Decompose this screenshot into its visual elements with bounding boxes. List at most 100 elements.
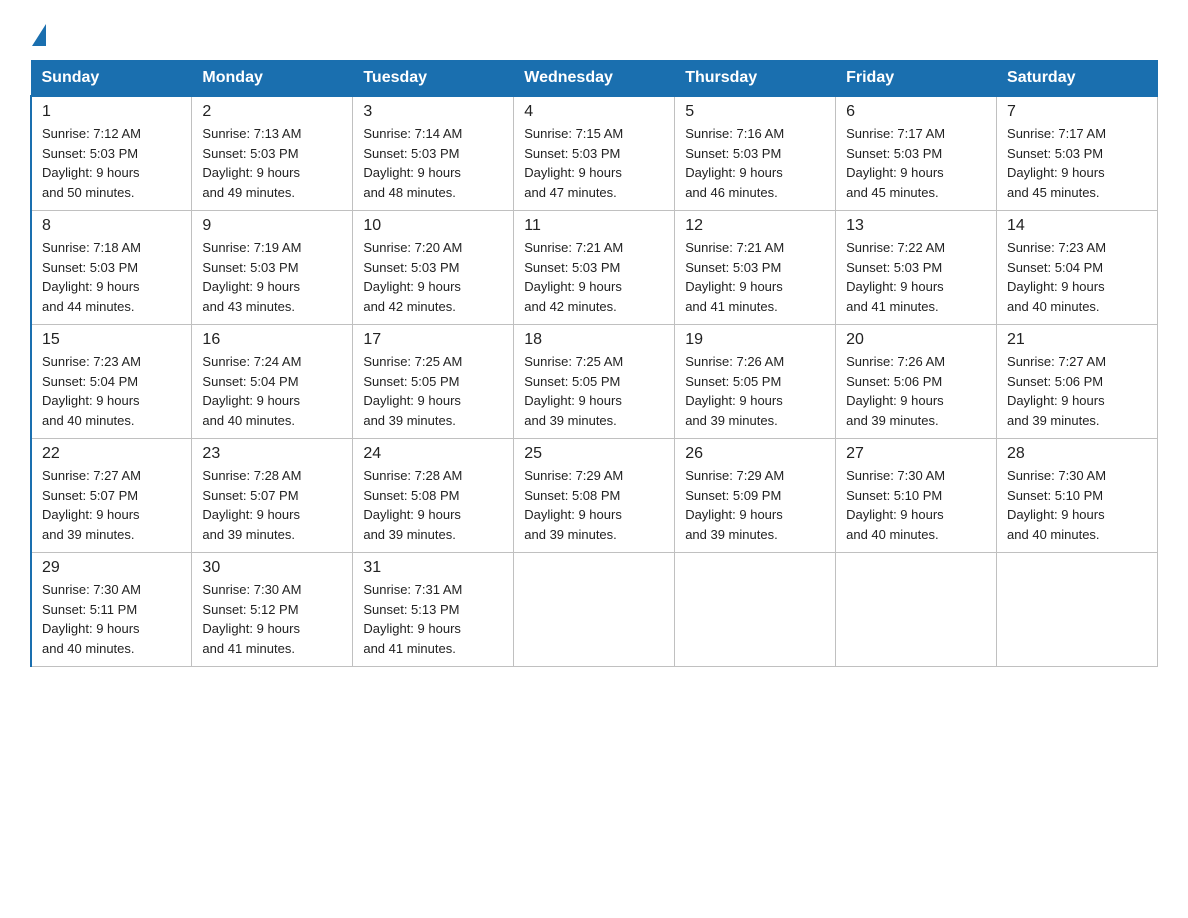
day-info: Sunrise: 7:25 AMSunset: 5:05 PMDaylight:… [363,354,462,428]
day-number: 6 [846,103,986,121]
table-row: 6 Sunrise: 7:17 AMSunset: 5:03 PMDayligh… [836,96,997,211]
table-row: 30 Sunrise: 7:30 AMSunset: 5:12 PMDaylig… [192,553,353,667]
day-number: 26 [685,445,825,463]
day-info: Sunrise: 7:30 AMSunset: 5:10 PMDaylight:… [846,468,945,542]
table-row: 26 Sunrise: 7:29 AMSunset: 5:09 PMDaylig… [675,439,836,553]
table-row: 21 Sunrise: 7:27 AMSunset: 5:06 PMDaylig… [997,325,1158,439]
table-row: 2 Sunrise: 7:13 AMSunset: 5:03 PMDayligh… [192,96,353,211]
table-row: 7 Sunrise: 7:17 AMSunset: 5:03 PMDayligh… [997,96,1158,211]
day-number: 15 [42,331,181,349]
table-row [675,553,836,667]
day-info: Sunrise: 7:27 AMSunset: 5:07 PMDaylight:… [42,468,141,542]
table-row: 15 Sunrise: 7:23 AMSunset: 5:04 PMDaylig… [31,325,192,439]
day-info: Sunrise: 7:15 AMSunset: 5:03 PMDaylight:… [524,126,623,200]
table-row: 16 Sunrise: 7:24 AMSunset: 5:04 PMDaylig… [192,325,353,439]
table-row: 23 Sunrise: 7:28 AMSunset: 5:07 PMDaylig… [192,439,353,553]
day-info: Sunrise: 7:24 AMSunset: 5:04 PMDaylight:… [202,354,301,428]
day-info: Sunrise: 7:27 AMSunset: 5:06 PMDaylight:… [1007,354,1106,428]
day-number: 30 [202,559,342,577]
day-number: 7 [1007,103,1147,121]
table-row: 13 Sunrise: 7:22 AMSunset: 5:03 PMDaylig… [836,211,997,325]
table-row: 8 Sunrise: 7:18 AMSunset: 5:03 PMDayligh… [31,211,192,325]
table-row: 3 Sunrise: 7:14 AMSunset: 5:03 PMDayligh… [353,96,514,211]
day-number: 3 [363,103,503,121]
day-number: 11 [524,217,664,235]
table-row: 5 Sunrise: 7:16 AMSunset: 5:03 PMDayligh… [675,96,836,211]
header-cell-sunday: Sunday [31,61,192,97]
day-info: Sunrise: 7:30 AMSunset: 5:12 PMDaylight:… [202,582,301,656]
day-info: Sunrise: 7:30 AMSunset: 5:11 PMDaylight:… [42,582,141,656]
day-number: 4 [524,103,664,121]
day-number: 24 [363,445,503,463]
header-row: SundayMondayTuesdayWednesdayThursdayFrid… [31,61,1158,97]
table-row: 19 Sunrise: 7:26 AMSunset: 5:05 PMDaylig… [675,325,836,439]
day-info: Sunrise: 7:31 AMSunset: 5:13 PMDaylight:… [363,582,462,656]
table-row: 22 Sunrise: 7:27 AMSunset: 5:07 PMDaylig… [31,439,192,553]
week-row-1: 1 Sunrise: 7:12 AMSunset: 5:03 PMDayligh… [31,96,1158,211]
table-row: 10 Sunrise: 7:20 AMSunset: 5:03 PMDaylig… [353,211,514,325]
table-row: 14 Sunrise: 7:23 AMSunset: 5:04 PMDaylig… [997,211,1158,325]
table-row: 31 Sunrise: 7:31 AMSunset: 5:13 PMDaylig… [353,553,514,667]
day-info: Sunrise: 7:16 AMSunset: 5:03 PMDaylight:… [685,126,784,200]
day-info: Sunrise: 7:17 AMSunset: 5:03 PMDaylight:… [846,126,945,200]
calendar-table: SundayMondayTuesdayWednesdayThursdayFrid… [30,60,1158,667]
week-row-5: 29 Sunrise: 7:30 AMSunset: 5:11 PMDaylig… [31,553,1158,667]
day-number: 19 [685,331,825,349]
table-row: 4 Sunrise: 7:15 AMSunset: 5:03 PMDayligh… [514,96,675,211]
day-info: Sunrise: 7:29 AMSunset: 5:08 PMDaylight:… [524,468,623,542]
day-number: 23 [202,445,342,463]
day-number: 1 [42,103,181,121]
day-number: 13 [846,217,986,235]
day-info: Sunrise: 7:17 AMSunset: 5:03 PMDaylight:… [1007,126,1106,200]
day-info: Sunrise: 7:21 AMSunset: 5:03 PMDaylight:… [524,240,623,314]
day-info: Sunrise: 7:19 AMSunset: 5:03 PMDaylight:… [202,240,301,314]
day-info: Sunrise: 7:14 AMSunset: 5:03 PMDaylight:… [363,126,462,200]
day-number: 25 [524,445,664,463]
day-info: Sunrise: 7:28 AMSunset: 5:07 PMDaylight:… [202,468,301,542]
table-row: 11 Sunrise: 7:21 AMSunset: 5:03 PMDaylig… [514,211,675,325]
day-info: Sunrise: 7:26 AMSunset: 5:05 PMDaylight:… [685,354,784,428]
day-number: 12 [685,217,825,235]
day-number: 2 [202,103,342,121]
day-info: Sunrise: 7:23 AMSunset: 5:04 PMDaylight:… [42,354,141,428]
table-row [997,553,1158,667]
table-row: 24 Sunrise: 7:28 AMSunset: 5:08 PMDaylig… [353,439,514,553]
day-info: Sunrise: 7:22 AMSunset: 5:03 PMDaylight:… [846,240,945,314]
day-number: 31 [363,559,503,577]
day-info: Sunrise: 7:25 AMSunset: 5:05 PMDaylight:… [524,354,623,428]
day-number: 17 [363,331,503,349]
header-cell-friday: Friday [836,61,997,97]
table-row: 17 Sunrise: 7:25 AMSunset: 5:05 PMDaylig… [353,325,514,439]
table-row: 27 Sunrise: 7:30 AMSunset: 5:10 PMDaylig… [836,439,997,553]
header-cell-thursday: Thursday [675,61,836,97]
table-row: 20 Sunrise: 7:26 AMSunset: 5:06 PMDaylig… [836,325,997,439]
table-row: 9 Sunrise: 7:19 AMSunset: 5:03 PMDayligh… [192,211,353,325]
table-row: 1 Sunrise: 7:12 AMSunset: 5:03 PMDayligh… [31,96,192,211]
table-row [836,553,997,667]
week-row-3: 15 Sunrise: 7:23 AMSunset: 5:04 PMDaylig… [31,325,1158,439]
day-info: Sunrise: 7:12 AMSunset: 5:03 PMDaylight:… [42,126,141,200]
header-cell-tuesday: Tuesday [353,61,514,97]
day-info: Sunrise: 7:30 AMSunset: 5:10 PMDaylight:… [1007,468,1106,542]
day-number: 14 [1007,217,1147,235]
day-info: Sunrise: 7:23 AMSunset: 5:04 PMDaylight:… [1007,240,1106,314]
header-cell-wednesday: Wednesday [514,61,675,97]
day-info: Sunrise: 7:29 AMSunset: 5:09 PMDaylight:… [685,468,784,542]
table-row: 28 Sunrise: 7:30 AMSunset: 5:10 PMDaylig… [997,439,1158,553]
week-row-2: 8 Sunrise: 7:18 AMSunset: 5:03 PMDayligh… [31,211,1158,325]
table-row: 18 Sunrise: 7:25 AMSunset: 5:05 PMDaylig… [514,325,675,439]
day-number: 10 [363,217,503,235]
header [30,20,1158,42]
day-number: 5 [685,103,825,121]
day-number: 22 [42,445,181,463]
day-info: Sunrise: 7:21 AMSunset: 5:03 PMDaylight:… [685,240,784,314]
day-info: Sunrise: 7:28 AMSunset: 5:08 PMDaylight:… [363,468,462,542]
logo-triangle-icon [32,24,46,46]
day-info: Sunrise: 7:18 AMSunset: 5:03 PMDaylight:… [42,240,141,314]
table-row: 29 Sunrise: 7:30 AMSunset: 5:11 PMDaylig… [31,553,192,667]
day-number: 28 [1007,445,1147,463]
day-number: 8 [42,217,181,235]
header-cell-monday: Monday [192,61,353,97]
day-info: Sunrise: 7:13 AMSunset: 5:03 PMDaylight:… [202,126,301,200]
day-number: 9 [202,217,342,235]
